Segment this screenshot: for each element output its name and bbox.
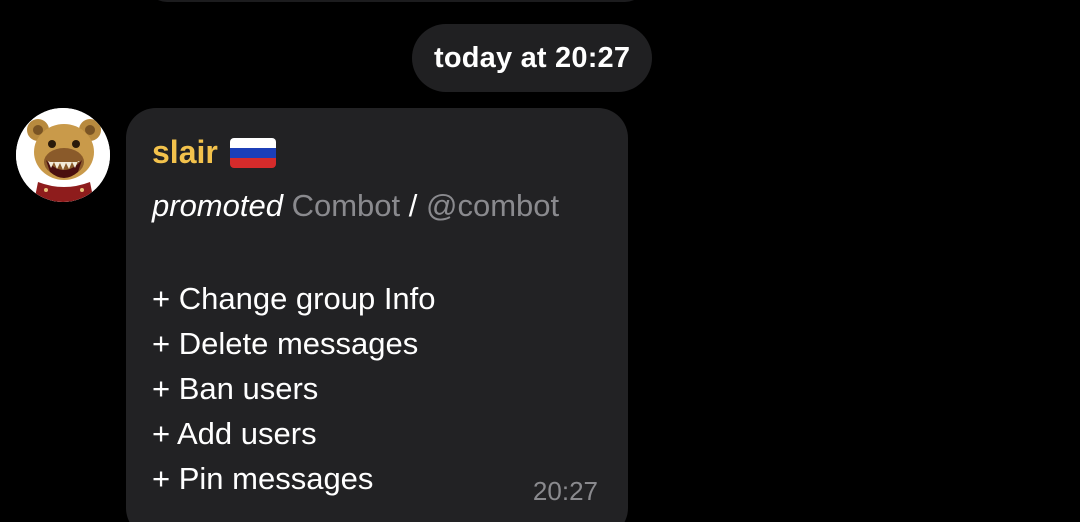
sender-row: slair <box>152 134 276 171</box>
list-item: + Add users <box>152 416 317 451</box>
message-bubble[interactable]: slair promoted Combot / @combot + Change… <box>126 108 628 522</box>
bot-handle-link[interactable]: @combot <box>426 188 559 223</box>
list-item: + Change group Info <box>152 281 436 316</box>
permissions-list: + Change group Info + Delete messages + … <box>152 276 436 501</box>
bot-name[interactable]: Combot <box>292 188 401 223</box>
list-item: + Ban users <box>152 371 319 406</box>
promotion-line: promoted Combot / @combot <box>152 188 559 224</box>
date-separator: today at 20:27 <box>412 24 653 92</box>
bear-avatar-icon <box>16 108 110 202</box>
sender-name[interactable]: slair <box>152 134 218 171</box>
chat-view: today at 20:27 slair promoted Combot / @… <box>0 0 1080 522</box>
previous-message-bubble[interactable] <box>146 0 646 2</box>
separator: / <box>408 188 418 223</box>
russia-flag-icon <box>229 137 276 168</box>
avatar[interactable] <box>16 108 110 202</box>
date-separator-label: today at 20:27 <box>434 41 631 74</box>
message-timestamp: 20:27 <box>532 476 598 506</box>
list-item: + Delete messages <box>152 326 419 361</box>
promoted-label: promoted <box>152 188 283 223</box>
list-item: + Pin messages <box>152 461 374 496</box>
